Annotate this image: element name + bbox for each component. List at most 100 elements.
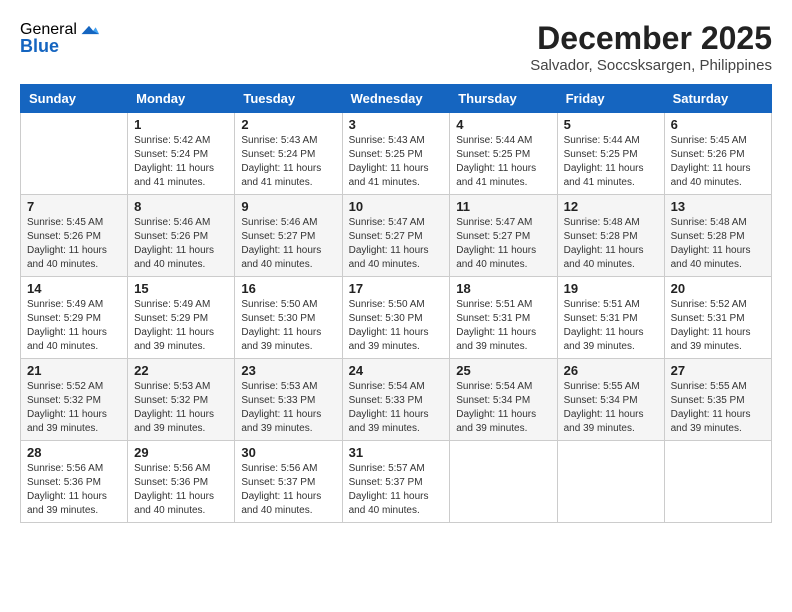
cell-info: Sunrise: 5:51 AM Sunset: 5:31 PM Dayligh… xyxy=(564,298,658,354)
cell-info: Sunrise: 5:45 AM Sunset: 5:26 PM Dayligh… xyxy=(27,216,121,272)
header-thursday: Thursday xyxy=(450,85,557,113)
cell-info: Sunrise: 5:48 AM Sunset: 5:28 PM Dayligh… xyxy=(564,216,658,272)
cell-day-number: 14 xyxy=(27,281,121,296)
logo-blue-text: Blue xyxy=(20,36,59,57)
cell-info: Sunrise: 5:49 AM Sunset: 5:29 PM Dayligh… xyxy=(134,298,228,354)
table-row: 8 Sunrise: 5:46 AM Sunset: 5:26 PM Daylig… xyxy=(128,195,235,277)
cell-info: Sunrise: 5:56 AM Sunset: 5:37 PM Dayligh… xyxy=(241,462,335,518)
header-sunday: Sunday xyxy=(21,85,128,113)
table-row: 12 Sunrise: 5:48 AM Sunset: 5:28 PM Dayli… xyxy=(557,195,664,277)
cell-day-number: 12 xyxy=(564,199,658,214)
logo-icon xyxy=(79,20,99,40)
table-row: 24 Sunrise: 5:54 AM Sunset: 5:33 PM Dayli… xyxy=(342,359,450,441)
table-row: 20 Sunrise: 5:52 AM Sunset: 5:31 PM Dayli… xyxy=(664,277,771,359)
cell-info: Sunrise: 5:54 AM Sunset: 5:33 PM Dayligh… xyxy=(349,380,444,436)
table-row: 26 Sunrise: 5:55 AM Sunset: 5:34 PM Dayli… xyxy=(557,359,664,441)
calendar-week-row: 14 Sunrise: 5:49 AM Sunset: 5:29 PM Dayli… xyxy=(21,277,772,359)
table-row: 14 Sunrise: 5:49 AM Sunset: 5:29 PM Dayli… xyxy=(21,277,128,359)
cell-info: Sunrise: 5:49 AM Sunset: 5:29 PM Dayligh… xyxy=(27,298,121,354)
calendar-week-row: 21 Sunrise: 5:52 AM Sunset: 5:32 PM Dayli… xyxy=(21,359,772,441)
table-row: 31 Sunrise: 5:57 AM Sunset: 5:37 PM Dayli… xyxy=(342,441,450,523)
table-row: 7 Sunrise: 5:45 AM Sunset: 5:26 PM Daylig… xyxy=(21,195,128,277)
cell-day-number: 5 xyxy=(564,117,658,132)
cell-day-number: 1 xyxy=(134,117,228,132)
cell-day-number: 4 xyxy=(456,117,550,132)
cell-info: Sunrise: 5:42 AM Sunset: 5:24 PM Dayligh… xyxy=(134,134,228,190)
cell-info: Sunrise: 5:52 AM Sunset: 5:32 PM Dayligh… xyxy=(27,380,121,436)
table-row: 5 Sunrise: 5:44 AM Sunset: 5:25 PM Daylig… xyxy=(557,113,664,195)
cell-info: Sunrise: 5:57 AM Sunset: 5:37 PM Dayligh… xyxy=(349,462,444,518)
cell-day-number: 20 xyxy=(671,281,765,296)
cell-info: Sunrise: 5:56 AM Sunset: 5:36 PM Dayligh… xyxy=(27,462,121,518)
cell-day-number: 7 xyxy=(27,199,121,214)
cell-info: Sunrise: 5:52 AM Sunset: 5:31 PM Dayligh… xyxy=(671,298,765,354)
table-row: 25 Sunrise: 5:54 AM Sunset: 5:34 PM Dayli… xyxy=(450,359,557,441)
cell-day-number: 9 xyxy=(241,199,335,214)
month-title: December 2025 xyxy=(530,20,772,57)
cell-day-number: 24 xyxy=(349,363,444,378)
cell-info: Sunrise: 5:44 AM Sunset: 5:25 PM Dayligh… xyxy=(564,134,658,190)
title-section: December 2025 Salvador, Soccsksargen, Ph… xyxy=(530,20,772,74)
table-row: 30Sunrise: 5:56 AM Sunset: 5:37 PM Dayli… xyxy=(235,441,342,523)
table-row: 16Sunrise: 5:50 AM Sunset: 5:30 PM Dayli… xyxy=(235,277,342,359)
cell-day-number: 2 xyxy=(241,117,335,132)
cell-info: Sunrise: 5:54 AM Sunset: 5:34 PM Dayligh… xyxy=(456,380,550,436)
table-row: 29 Sunrise: 5:56 AM Sunset: 5:36 PM Dayli… xyxy=(128,441,235,523)
table-row: 21 Sunrise: 5:52 AM Sunset: 5:32 PM Dayli… xyxy=(21,359,128,441)
table-row: 3 Sunrise: 5:43 AM Sunset: 5:25 PM Daylig… xyxy=(342,113,450,195)
header-tuesday: Tuesday xyxy=(235,85,342,113)
cell-info: Sunrise: 5:45 AM Sunset: 5:26 PM Dayligh… xyxy=(671,134,765,190)
cell-day-number: 10 xyxy=(349,199,444,214)
header-saturday: Saturday xyxy=(664,85,771,113)
cell-info: Sunrise: 5:47 AM Sunset: 5:27 PM Dayligh… xyxy=(349,216,444,272)
cell-day-number: 29 xyxy=(134,445,228,460)
table-row: 13Sunrise: 5:48 AM Sunset: 5:28 PM Dayli… xyxy=(664,195,771,277)
table-row: 28 Sunrise: 5:56 AM Sunset: 5:36 PM Dayli… xyxy=(21,441,128,523)
cell-info: Sunrise: 5:55 AM Sunset: 5:35 PM Dayligh… xyxy=(671,380,765,436)
cell-day-number: 11 xyxy=(456,199,550,214)
header-monday: Monday xyxy=(128,85,235,113)
table-row xyxy=(557,441,664,523)
cell-info: Sunrise: 5:51 AM Sunset: 5:31 PM Dayligh… xyxy=(456,298,550,354)
table-row: 10 Sunrise: 5:47 AM Sunset: 5:27 PM Dayli… xyxy=(342,195,450,277)
cell-day-number: 21 xyxy=(27,363,121,378)
cell-info: Sunrise: 5:50 AM Sunset: 5:30 PM Dayligh… xyxy=(241,298,335,354)
calendar-table: Sunday Monday Tuesday Wednesday Thursday… xyxy=(20,84,772,523)
cell-day-number: 28 xyxy=(27,445,121,460)
cell-info: Sunrise: 5:44 AM Sunset: 5:25 PM Dayligh… xyxy=(456,134,550,190)
logo: General Blue xyxy=(20,20,99,57)
cell-info: Sunrise: 5:55 AM Sunset: 5:34 PM Dayligh… xyxy=(564,380,658,436)
table-row: 19 Sunrise: 5:51 AM Sunset: 5:31 PM Dayli… xyxy=(557,277,664,359)
table-row: 22 Sunrise: 5:53 AM Sunset: 5:32 PM Dayli… xyxy=(128,359,235,441)
table-row: 23Sunrise: 5:53 AM Sunset: 5:33 PM Dayli… xyxy=(235,359,342,441)
cell-day-number: 26 xyxy=(564,363,658,378)
table-row xyxy=(450,441,557,523)
table-row: 17Sunrise: 5:50 AM Sunset: 5:30 PM Dayli… xyxy=(342,277,450,359)
cell-day-number: 3 xyxy=(349,117,444,132)
calendar-week-row: 1 Sunrise: 5:42 AM Sunset: 5:24 PM Daylig… xyxy=(21,113,772,195)
cell-info: Sunrise: 5:46 AM Sunset: 5:26 PM Dayligh… xyxy=(134,216,228,272)
cell-day-number: 18 xyxy=(456,281,550,296)
cell-info: Sunrise: 5:43 AM Sunset: 5:25 PM Dayligh… xyxy=(349,134,444,190)
cell-day-number: 22 xyxy=(134,363,228,378)
cell-day-number: 17 xyxy=(349,281,444,296)
location-title: Salvador, Soccsksargen, Philippines xyxy=(530,57,772,74)
cell-day-number: 25 xyxy=(456,363,550,378)
cell-day-number: 15 xyxy=(134,281,228,296)
cell-info: Sunrise: 5:56 AM Sunset: 5:36 PM Dayligh… xyxy=(134,462,228,518)
table-row: 6Sunrise: 5:45 AM Sunset: 5:26 PM Daylig… xyxy=(664,113,771,195)
table-row: 11 Sunrise: 5:47 AM Sunset: 5:27 PM Dayli… xyxy=(450,195,557,277)
table-row: 9 Sunrise: 5:46 AM Sunset: 5:27 PM Daylig… xyxy=(235,195,342,277)
table-row: 1 Sunrise: 5:42 AM Sunset: 5:24 PM Daylig… xyxy=(128,113,235,195)
table-row: 18 Sunrise: 5:51 AM Sunset: 5:31 PM Dayli… xyxy=(450,277,557,359)
cell-day-number: 19 xyxy=(564,281,658,296)
cell-info: Sunrise: 5:47 AM Sunset: 5:27 PM Dayligh… xyxy=(456,216,550,272)
cell-info: Sunrise: 5:53 AM Sunset: 5:32 PM Dayligh… xyxy=(134,380,228,436)
cell-day-number: 8 xyxy=(134,199,228,214)
header-wednesday: Wednesday xyxy=(342,85,450,113)
cell-day-number: 31 xyxy=(349,445,444,460)
cell-info: Sunrise: 5:48 AM Sunset: 5:28 PM Dayligh… xyxy=(671,216,765,272)
calendar-header-row: Sunday Monday Tuesday Wednesday Thursday… xyxy=(21,85,772,113)
cell-info: Sunrise: 5:46 AM Sunset: 5:27 PM Dayligh… xyxy=(241,216,335,272)
header-friday: Friday xyxy=(557,85,664,113)
